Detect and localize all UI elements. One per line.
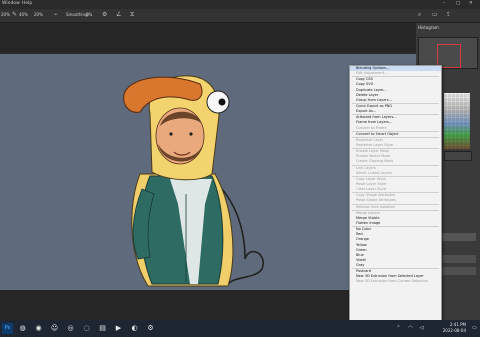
histogram-tab[interactable]: Histogram	[418, 25, 439, 30]
discord-icon[interactable]: ☺	[49, 323, 60, 334]
zoom-level-1[interactable]: 20%	[1, 12, 10, 17]
brush-pressure-icon[interactable]: ✎	[12, 12, 17, 18]
airbrush-icon[interactable]: ⌁	[54, 12, 58, 18]
angle-icon[interactable]: ∠	[116, 12, 121, 18]
close-icon[interactable]: ✕	[469, 1, 473, 6]
blender-icon[interactable]: ◐	[129, 323, 140, 334]
smoothing-value[interactable]: 0%	[86, 12, 92, 17]
share-icon[interactable]: ⇪	[446, 12, 451, 18]
menu-window[interactable]: Window	[2, 1, 20, 6]
wifi-icon[interactable]: ◠	[405, 323, 416, 334]
edge-icon[interactable]: ◌	[81, 323, 92, 334]
photoshop-app-icon[interactable]: Ps	[2, 323, 13, 334]
context-menu-item: New 3D Extrusion from Current Selection	[356, 279, 429, 284]
menu-bar: Window Help – □ ✕	[0, 0, 480, 9]
symmetry-icon[interactable]: ⧖	[130, 12, 134, 18]
options-bar: 20% ✎ 40% 20% ⌁ Smoothing: 0% ⚙ ∠ ⧖ ⌕ ▭ …	[0, 9, 480, 23]
app-icon[interactable]: ◉	[33, 323, 44, 334]
search-icon[interactable]: ⌕	[418, 12, 421, 18]
layer-context-menu: Blending Options... Edit Adjustment... Cop…	[349, 65, 442, 322]
steam-icon[interactable]: ◍	[17, 323, 28, 334]
minimize-icon[interactable]: –	[443, 1, 445, 6]
swatch-strip[interactable]	[444, 151, 472, 161]
zoom-level-3[interactable]: 20%	[34, 12, 43, 17]
folder-icon[interactable]: ▤	[97, 323, 108, 334]
taskbar: Ps ◍ ◉ ☺ ◎ ◌ ▤ ▶ ◐ ⚙ ⌃ ◠ ◁ 2:41 PM 2022-…	[0, 320, 480, 337]
layer-row[interactable]	[440, 255, 476, 263]
zoom-level-2[interactable]: 40%	[19, 12, 28, 17]
maximize-icon[interactable]: □	[456, 1, 460, 6]
system-clock[interactable]: 2:41 PM 2022-08-04	[443, 322, 466, 334]
color-swatches[interactable]	[444, 93, 470, 149]
duck-eye	[206, 90, 230, 114]
settings-icon[interactable]: ⚙	[145, 323, 156, 334]
menu-help[interactable]: Help	[22, 1, 32, 6]
layer-row[interactable]	[440, 233, 476, 241]
layer-row[interactable]	[440, 267, 476, 275]
chrome-icon[interactable]: ◎	[65, 323, 76, 334]
document-tab-strip	[0, 23, 416, 53]
volume-icon[interactable]: ◁	[416, 323, 427, 334]
tray-chevron-icon[interactable]: ⌃	[393, 323, 404, 334]
media-icon[interactable]: ▶	[113, 323, 124, 334]
settings-gear-icon[interactable]: ⚙	[102, 12, 107, 18]
workspace-icon[interactable]: ▭	[432, 12, 438, 18]
clock-date: 2022-08-04	[442, 328, 466, 333]
notification-icon[interactable]: ▭	[469, 323, 480, 334]
